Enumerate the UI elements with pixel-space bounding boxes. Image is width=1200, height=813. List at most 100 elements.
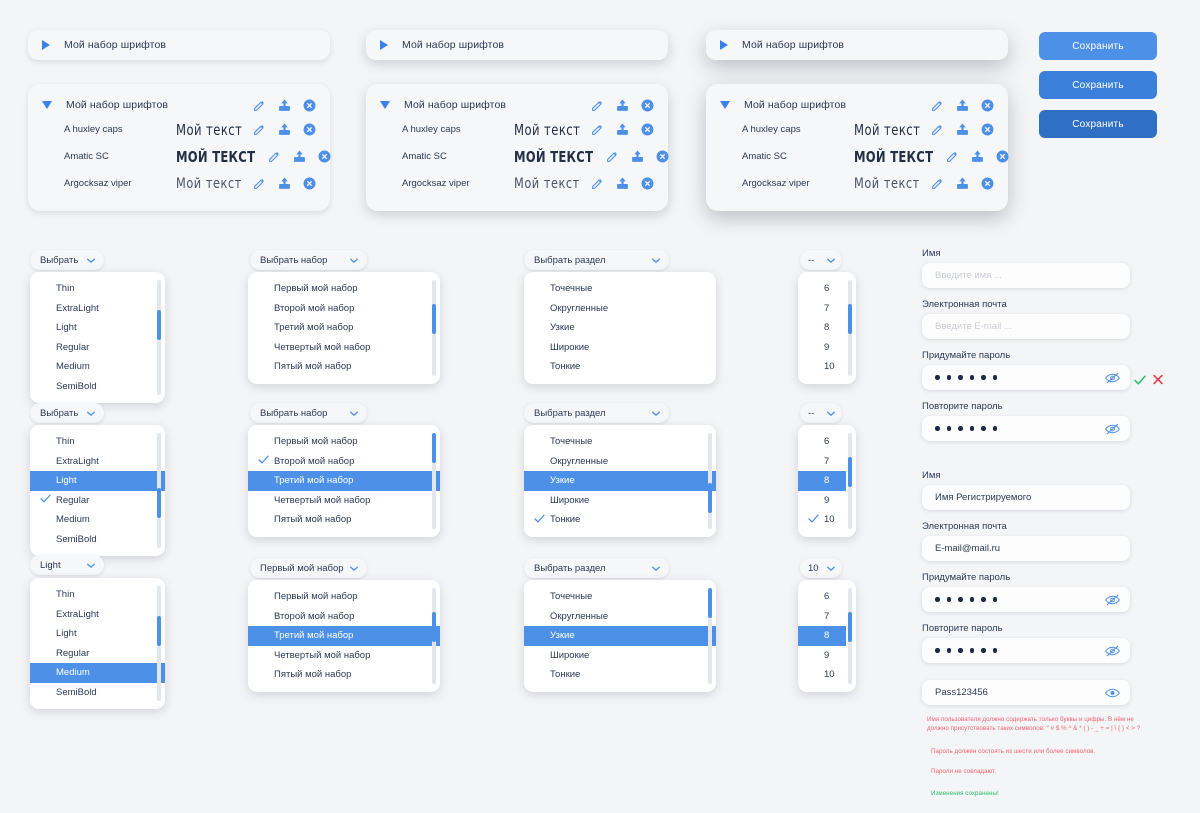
select-trigger[interactable]: Выбрать набор [250, 403, 367, 423]
upload-icon[interactable] [616, 177, 629, 190]
chevron-down-icon[interactable] [826, 565, 836, 572]
delete-icon[interactable] [303, 177, 316, 190]
delete-icon[interactable] [303, 99, 316, 112]
edit-icon[interactable] [606, 150, 619, 163]
delete-icon[interactable] [641, 123, 654, 136]
save-button[interactable]: Сохранить [1039, 71, 1157, 99]
edit-icon[interactable] [253, 123, 266, 136]
size-select-menu-2[interactable]: 6 7 8 9 10 [798, 425, 856, 537]
size-select-menu-1[interactable]: 6 7 8 9 10 [798, 272, 856, 384]
repeat-password-input[interactable] [935, 648, 1105, 653]
select-option[interactable]: Thin [30, 432, 165, 452]
select-option-highlighted[interactable]: Третий мой набор [248, 471, 440, 491]
select-option-highlighted[interactable]: Узкие [524, 471, 716, 491]
password-input[interactable] [935, 597, 1105, 602]
revealed-password-input[interactable]: Pass123456 [935, 687, 1105, 698]
upload-icon[interactable] [616, 123, 629, 136]
scrollbar-thumb[interactable] [848, 612, 852, 642]
name-input[interactable]: Имя Регистрируемого [935, 492, 1120, 503]
scrollbar-thumb[interactable] [708, 483, 712, 513]
expand-arrow-icon[interactable] [42, 40, 50, 50]
upload-icon[interactable] [278, 123, 291, 136]
expand-arrow-icon[interactable] [380, 40, 388, 50]
scrollbar-thumb[interactable] [157, 616, 161, 646]
chevron-down-icon[interactable] [349, 257, 359, 264]
select-option[interactable]: Широкие [524, 491, 716, 511]
scrollbar-thumb[interactable] [848, 304, 852, 334]
select-option[interactable]: Light [30, 318, 165, 338]
select-option[interactable]: Второй мой набор [248, 299, 440, 319]
select-option-checked[interactable]: Второй мой набор [248, 452, 440, 472]
select-option-highlighted[interactable]: 8 [798, 471, 846, 491]
scrollbar-thumb[interactable] [432, 433, 436, 463]
select-option[interactable]: Первый мой набор [248, 432, 440, 452]
chevron-down-icon[interactable] [349, 410, 359, 417]
edit-icon[interactable] [931, 99, 944, 112]
repeat-password-input[interactable] [935, 426, 1105, 431]
select-option[interactable]: Точечные [524, 432, 716, 452]
scrollbar-thumb[interactable] [432, 304, 436, 334]
edit-icon[interactable] [253, 99, 266, 112]
select-option[interactable]: Regular [30, 644, 165, 664]
select-option[interactable]: Первый мой набор [248, 279, 440, 299]
email-input[interactable]: E-mail@mail.ru [935, 543, 1120, 554]
select-option[interactable]: Medium [30, 357, 165, 377]
select-option[interactable]: Пятый мой набор [248, 510, 440, 530]
edit-icon[interactable] [591, 177, 604, 190]
email-field[interactable]: E-mail@mail.ru [922, 536, 1130, 561]
select-option[interactable]: Четвертый мой набор [248, 646, 440, 666]
scrollbar-thumb[interactable] [432, 612, 436, 642]
collapse-arrow-icon[interactable] [42, 101, 52, 109]
size-select-menu-3[interactable]: 6 7 8 9 10 [798, 580, 856, 692]
eye-off-icon[interactable] [1105, 372, 1120, 384]
chevron-down-icon[interactable] [86, 410, 96, 417]
select-option[interactable]: SemiBold [30, 530, 165, 550]
delete-icon[interactable] [303, 123, 316, 136]
select-option[interactable]: Округленные [524, 452, 716, 472]
upload-icon[interactable] [971, 150, 984, 163]
select-trigger[interactable]: Light [30, 555, 104, 575]
scrollbar-thumb[interactable] [157, 310, 161, 340]
select-option[interactable]: Light [30, 624, 165, 644]
select-option[interactable]: Округленные [524, 607, 716, 627]
select-option[interactable]: Пятый мой набор [248, 357, 440, 377]
edit-icon[interactable] [268, 150, 281, 163]
upload-icon[interactable] [956, 99, 969, 112]
delete-icon[interactable] [318, 150, 331, 163]
select-option[interactable]: SemiBold [30, 683, 165, 703]
select-option-checked[interactable]: Тонкие [524, 510, 716, 530]
select-trigger[interactable]: Выбрать раздел [524, 403, 669, 423]
delete-icon[interactable] [981, 123, 994, 136]
chevron-down-icon[interactable] [86, 562, 96, 569]
email-input[interactable]: Введите E-mail ... [935, 321, 1120, 332]
delete-icon[interactable] [641, 99, 654, 112]
select-trigger[interactable]: Выбрать [30, 403, 104, 423]
chevron-down-icon[interactable] [651, 410, 661, 417]
font-set-header[interactable]: Мой набор шрифтов [42, 94, 316, 116]
scrollbar-track[interactable] [708, 433, 712, 529]
collapse-arrow-icon[interactable] [720, 101, 730, 109]
weight-select-menu-1[interactable]: Thin ExtraLight Light Regular Medium Sem… [30, 272, 165, 403]
select-trigger[interactable]: -- [800, 403, 842, 423]
chevron-down-icon[interactable] [651, 257, 661, 264]
select-option[interactable]: Thin [30, 279, 165, 299]
eye-icon[interactable] [1105, 687, 1120, 699]
upload-icon[interactable] [616, 99, 629, 112]
select-option-checked[interactable]: Regular [30, 491, 165, 511]
font-set-header[interactable]: Мой набор шрифтов [720, 94, 994, 116]
select-option[interactable]: Тонкие [524, 357, 716, 377]
select-option[interactable]: SemiBold [30, 377, 165, 397]
set-select-menu-2[interactable]: Первый мой набор Второй мой набор Третий… [248, 425, 440, 537]
select-option-highlighted[interactable]: 8 [798, 626, 846, 646]
select-option[interactable]: Точечные [524, 279, 716, 299]
name-field[interactable]: Имя Регистрируемого [922, 485, 1130, 510]
repeat-password-field[interactable] [922, 638, 1130, 663]
select-option[interactable]: Широкие [524, 646, 716, 666]
name-field[interactable]: Введите имя ... [922, 263, 1130, 288]
edit-icon[interactable] [946, 150, 959, 163]
edit-icon[interactable] [591, 99, 604, 112]
select-option[interactable]: Первый мой набор [248, 587, 440, 607]
password-field[interactable] [922, 365, 1130, 390]
select-option[interactable]: Широкие [524, 338, 716, 358]
delete-icon[interactable] [981, 99, 994, 112]
